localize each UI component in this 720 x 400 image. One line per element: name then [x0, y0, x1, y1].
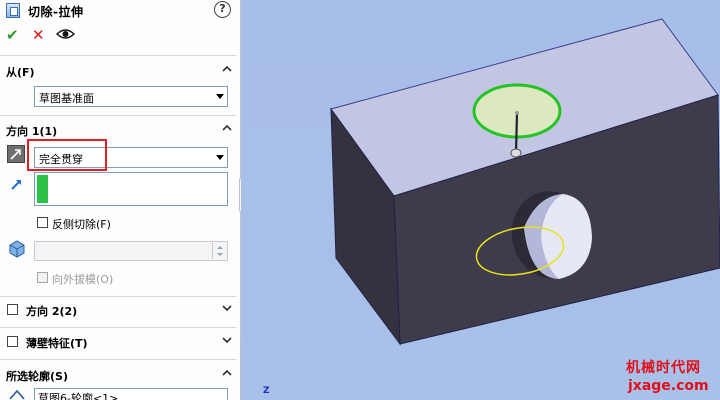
contour-icon[interactable] — [8, 388, 26, 400]
divider — [0, 359, 236, 360]
dropdown-arrow-icon — [216, 94, 224, 99]
cancel-button[interactable]: ✕ — [32, 26, 45, 44]
selection-active-bar — [37, 175, 48, 203]
property-manager: 切除-拉伸 ? ✔ ✕ 从(F) 草图基准面 方向 1(1) 完全贯穿 反侧切除… — [0, 0, 241, 400]
chevron-up-icon[interactable] — [222, 64, 232, 74]
direction2-section-header[interactable]: 方向 2(2) — [26, 303, 236, 319]
chevron-up-icon[interactable] — [222, 123, 232, 133]
from-section-title: 从(F) — [6, 66, 35, 79]
from-select[interactable]: 草图基准面 — [34, 86, 228, 107]
flip-side-checkbox[interactable] — [37, 217, 48, 228]
contours-section-header[interactable]: 所选轮廓(S) — [6, 368, 236, 384]
from-select-value: 草图基准面 — [39, 92, 94, 105]
triad-z-label: Z — [263, 386, 270, 396]
contours-section-title: 所选轮廓(S) — [6, 370, 68, 383]
help-button[interactable]: ? — [214, 1, 231, 18]
spinner[interactable] — [212, 243, 226, 259]
direction-vector-icon[interactable] — [9, 176, 25, 192]
annotation-highlight — [27, 139, 107, 171]
graphics-viewport[interactable]: Z — [241, 0, 720, 400]
from-section-header[interactable]: 从(F) — [6, 64, 236, 80]
feature-title: 切除-拉伸 — [28, 5, 84, 19]
divider — [0, 296, 236, 297]
direction2-section-title: 方向 2(2) — [26, 305, 78, 318]
cut-extrude-icon — [6, 3, 20, 18]
chevron-down-icon[interactable] — [222, 335, 232, 345]
divider — [0, 115, 236, 116]
ok-button[interactable]: ✔ — [6, 26, 19, 44]
reverse-direction-icon[interactable] — [7, 145, 25, 163]
dropdown-arrow-icon — [216, 155, 224, 160]
thin-feature-checkbox[interactable] — [7, 336, 18, 347]
feature-header: 切除-拉伸 ? — [0, 0, 241, 22]
action-bar: ✔ ✕ — [0, 26, 241, 46]
direction1-section-title: 方向 1(1) — [6, 125, 58, 138]
chevron-up-icon[interactable] — [222, 368, 232, 378]
model-view[interactable] — [241, 0, 720, 400]
contour-list-item[interactable]: 草图6-轮廓<1> — [38, 390, 118, 400]
direction-selection-box[interactable] — [34, 172, 228, 206]
contours-list[interactable]: 草图6-轮廓<1> — [34, 388, 228, 400]
draft-outward-checkbox[interactable] — [37, 272, 48, 283]
divider — [0, 327, 236, 328]
draft-icon[interactable] — [7, 239, 27, 259]
arrow-origin-handle[interactable] — [515, 111, 519, 115]
watermark-text: 机械时代网 — [626, 360, 701, 376]
draft-angle-input[interactable] — [34, 241, 228, 261]
divider — [0, 55, 236, 56]
preview-eye-icon[interactable] — [55, 28, 76, 40]
extrude-direction-arrow[interactable] — [514, 112, 519, 153]
thin-feature-section-header[interactable]: 薄壁特征(T) — [26, 335, 236, 351]
arrow-handle[interactable] — [510, 148, 522, 158]
flip-side-label: 反侧切除(F) — [52, 218, 111, 231]
direction1-section-header[interactable]: 方向 1(1) — [6, 123, 236, 139]
chevron-down-icon[interactable] — [222, 303, 232, 313]
direction2-checkbox[interactable] — [7, 304, 18, 315]
watermark-url: jxage.com — [628, 378, 709, 394]
thin-feature-section-title: 薄壁特征(T) — [26, 337, 88, 350]
draft-outward-label: 向外拔模(O) — [52, 273, 114, 286]
